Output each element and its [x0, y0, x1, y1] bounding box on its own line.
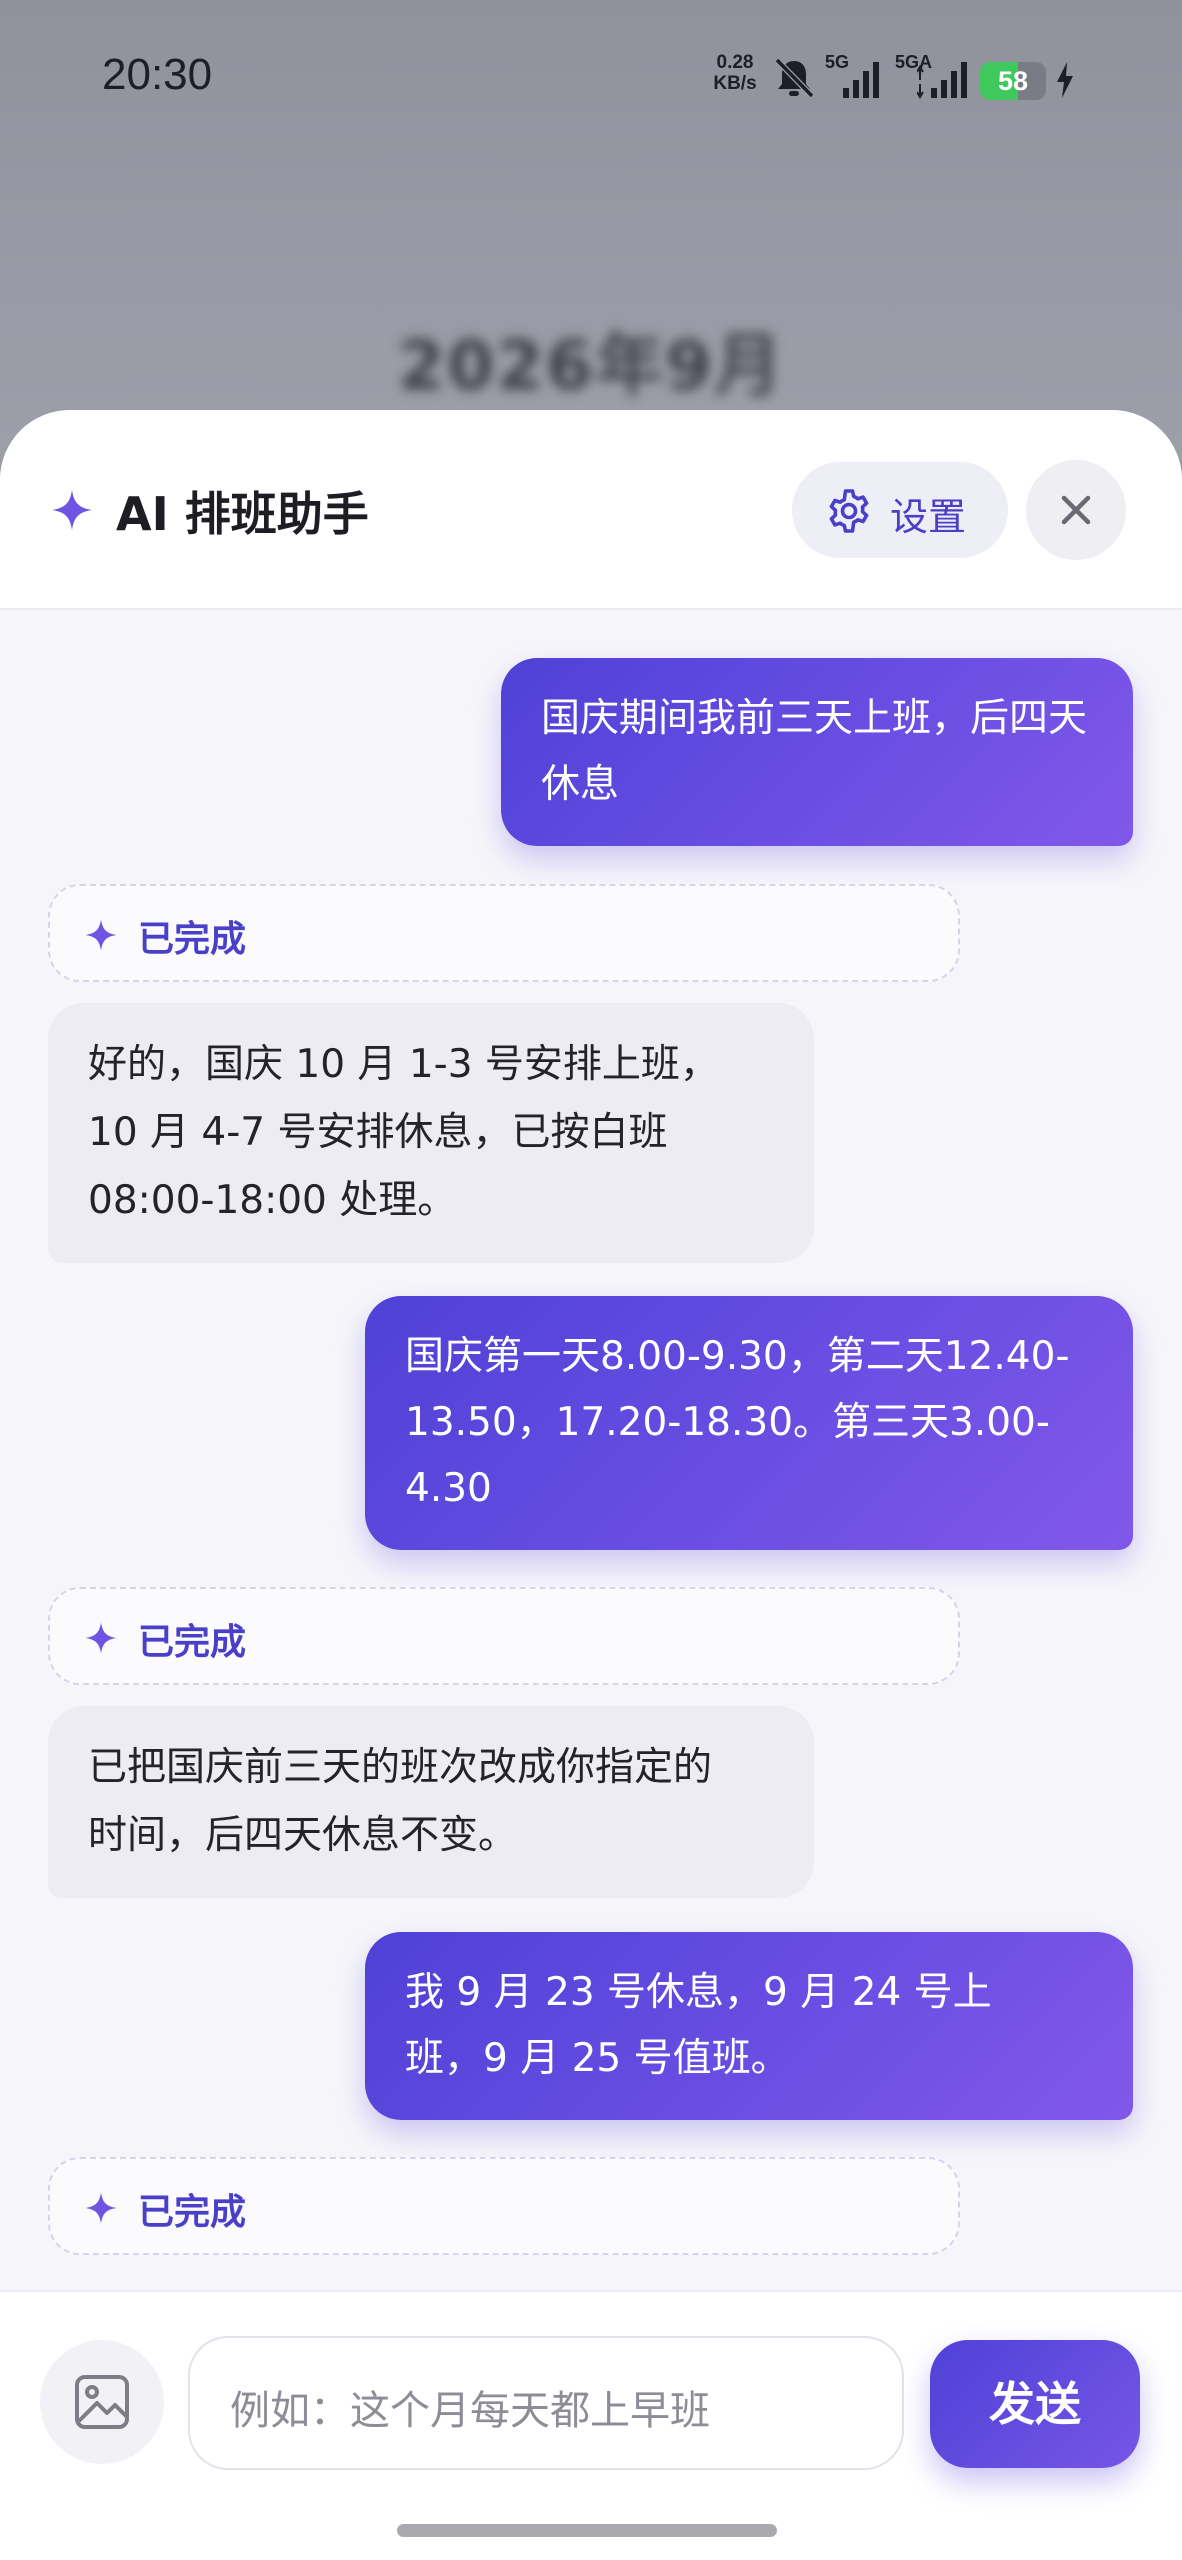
status-time: 20:30	[102, 50, 213, 99]
signal-icon	[917, 62, 967, 99]
sparkle-icon	[85, 1622, 117, 1654]
status-label: 已完成	[138, 919, 247, 960]
charging-bolt-icon	[1057, 62, 1073, 98]
home-indicator[interactable]	[397, 2524, 777, 2537]
status-chip: 已完成	[48, 884, 960, 982]
net-speed-value: 0.28	[716, 52, 754, 73]
message-line: 好的，国庆 10 月 1-3 号安排上班，	[88, 1042, 719, 1087]
ai-assistant-sheet: AI 排班助手 设置 国庆期间我前三天上班，后四天休息 已完成 好的，国庆 10…	[0, 410, 1182, 2560]
net-speed: 0.28 KB/s	[705, 52, 765, 94]
message-line: 13.50，17.20-18.30。第三天3.00-	[405, 1400, 1050, 1445]
user-message: 国庆第一天8.00-9.30，第二天12.40- 13.50，17.20-18.…	[365, 1296, 1133, 1550]
attach-image-button[interactable]	[40, 2340, 164, 2464]
message-line: 已把国庆前三天的班次改成你指定的	[88, 1745, 713, 1790]
bell-muted-icon	[774, 57, 815, 99]
signal-icon	[843, 62, 879, 98]
message-input[interactable]: 例如：这个月每天都上早班	[188, 2336, 904, 2470]
message-text: 国庆期间我前三天上班，后四天休息	[541, 696, 1088, 807]
status-chip: 已完成	[48, 2157, 960, 2255]
chat-messages[interactable]: 国庆期间我前三天上班，后四天休息 已完成 好的，国庆 10 月 1-3 号安排上…	[0, 610, 1182, 2290]
sparkle-icon	[85, 919, 117, 951]
message-line: 时间，后四天休息不变。	[88, 1813, 518, 1858]
settings-button[interactable]: 设置	[792, 462, 1008, 558]
close-button[interactable]	[1026, 460, 1126, 560]
message-line: 国庆第一天8.00-9.30，第二天12.40-	[405, 1334, 1070, 1379]
battery-indicator: 58	[980, 62, 1046, 100]
close-icon	[1061, 495, 1091, 525]
sheet-header: AI 排班助手 设置	[0, 410, 1182, 610]
message-line: 我 9 月 23 号休息，9 月 24 号上	[405, 1970, 992, 2015]
send-button[interactable]: 发送	[930, 2340, 1140, 2468]
settings-label: 设置	[890, 495, 967, 539]
sparkle-icon	[85, 2192, 117, 2224]
net-speed-unit: KB/s	[713, 73, 757, 94]
message-line: 08:00-18:00 处理。	[88, 1178, 457, 1223]
message-line: 班，9 月 25 号值班。	[405, 2036, 790, 2081]
gear-icon	[829, 489, 869, 533]
ai-message: 好的，国庆 10 月 1-3 号安排上班， 10 月 4-7 号安排休息，已按白…	[48, 1003, 814, 1263]
battery-level: 58	[997, 66, 1029, 96]
status-bar: 20:30 0.28 KB/s 5G 5GA 58	[0, 0, 1182, 150]
message-line: 10 月 4-7 号安排休息，已按白班	[88, 1110, 668, 1155]
status-icons: 0.28 KB/s 5G 5GA 58	[705, 48, 1085, 108]
message-line: 4.30	[405, 1466, 492, 1511]
ai-message: 已把国庆前三天的班次改成你指定的 时间，后四天休息不变。	[48, 1706, 814, 1898]
page-title: AI 排班助手	[116, 487, 369, 541]
background-month-title: 2026年9月	[397, 327, 785, 406]
user-message: 我 9 月 23 号休息，9 月 24 号上 班，9 月 25 号值班。	[365, 1932, 1133, 2120]
status-chip: 已完成	[48, 1587, 960, 1685]
input-placeholder: 例如：这个月每天都上早班	[230, 2388, 710, 2434]
user-message: 国庆期间我前三天上班，后四天休息	[501, 658, 1133, 846]
sparkle-icon	[52, 490, 92, 530]
composer: 例如：这个月每天都上早班 发送	[0, 2290, 1182, 2560]
status-label: 已完成	[138, 1622, 247, 1663]
status-label: 已完成	[138, 2192, 247, 2233]
image-icon	[75, 2375, 129, 2429]
